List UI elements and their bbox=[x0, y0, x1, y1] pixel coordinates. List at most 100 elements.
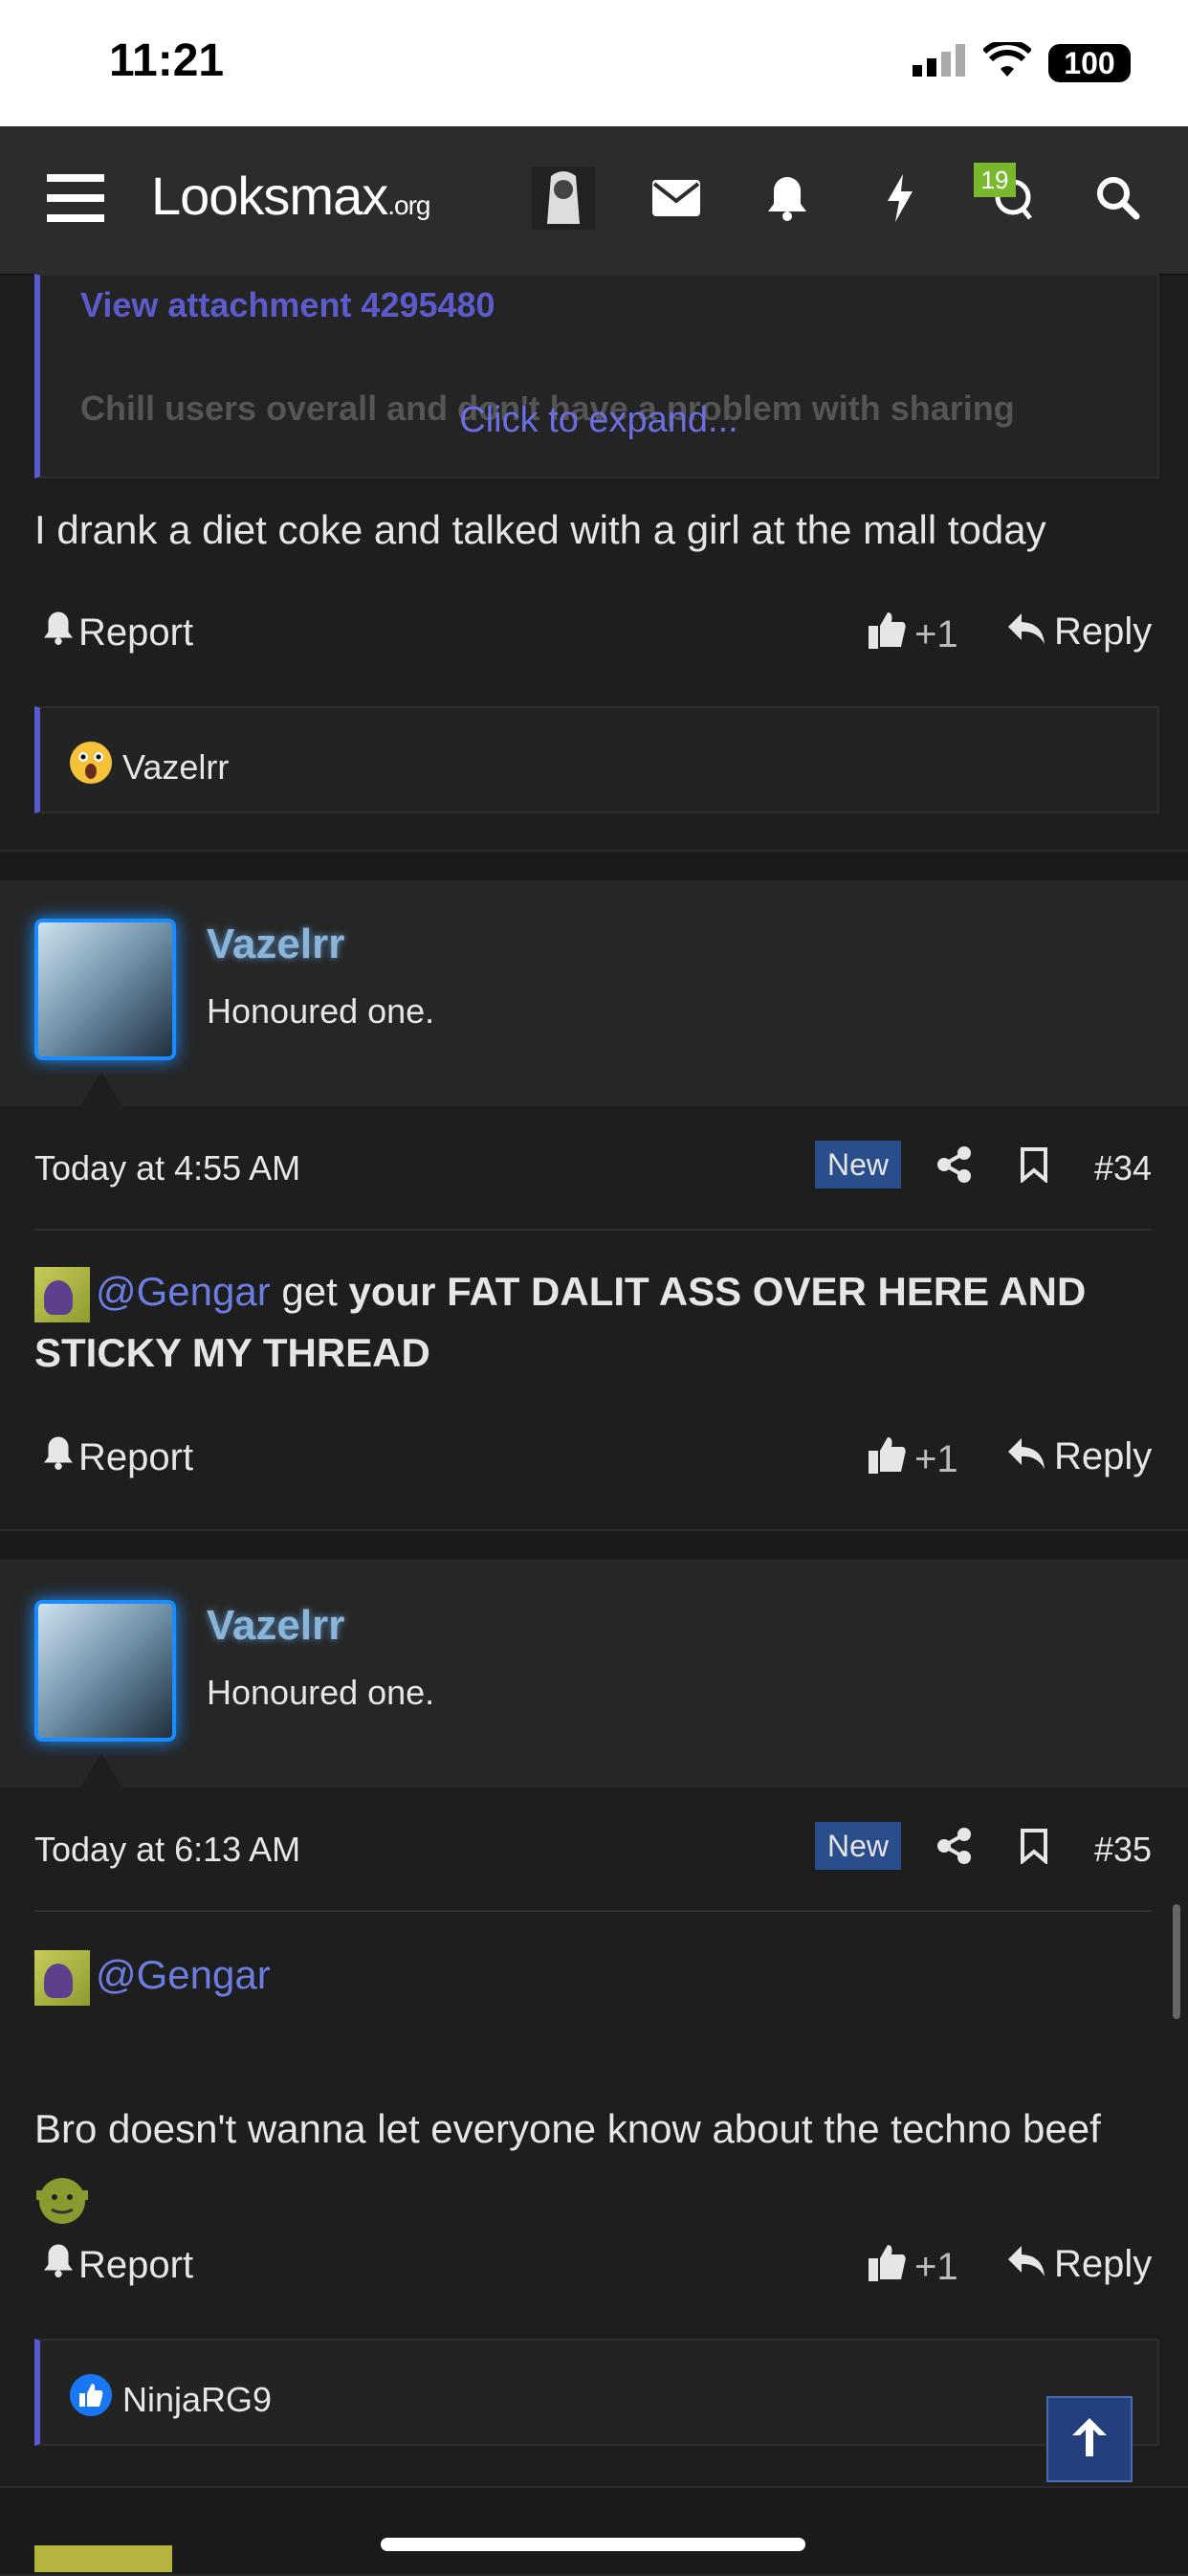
post-separator bbox=[0, 2486, 1188, 2576]
header-pointer bbox=[80, 1753, 122, 1788]
like-button[interactable]: +1 bbox=[869, 1435, 958, 1483]
divider bbox=[34, 1229, 1152, 1231]
attachment-link[interactable]: View attachment 4295480 bbox=[80, 285, 495, 325]
hamburger-menu-icon[interactable] bbox=[42, 165, 109, 232]
report-button[interactable]: Report bbox=[42, 611, 193, 655]
wifi-icon bbox=[981, 39, 1033, 83]
status-bar: 11:21 100 bbox=[0, 0, 1188, 126]
user-avatar-nav[interactable] bbox=[530, 165, 597, 232]
reply-button[interactable]: Reply bbox=[1008, 611, 1152, 654]
reply-button[interactable]: Reply bbox=[1008, 1435, 1152, 1478]
arrow-up-icon bbox=[1070, 2416, 1109, 2463]
back-to-top-button[interactable] bbox=[1046, 2396, 1133, 2482]
reply-arrow-icon bbox=[1008, 2243, 1045, 2286]
post-date[interactable]: Today at 4:55 AM bbox=[34, 1148, 300, 1188]
like-button[interactable]: +1 bbox=[869, 611, 958, 658]
click-to-expand-link[interactable]: Click to expand... bbox=[40, 400, 1157, 441]
mention-link[interactable]: @Gengar bbox=[96, 1269, 271, 1314]
cellular-signal-icon bbox=[913, 44, 966, 81]
author-title: Honoured one. bbox=[207, 1673, 435, 1712]
quote-block: View attachment 4295480 Chill users over… bbox=[34, 274, 1159, 478]
inbox-icon[interactable] bbox=[643, 165, 710, 232]
post-separator bbox=[0, 1529, 1188, 1562]
post-mention-line: @Gengar bbox=[34, 1944, 271, 2006]
avatar[interactable] bbox=[34, 1600, 176, 1742]
share-icon[interactable] bbox=[937, 1146, 972, 1188]
logo-suffix: .org bbox=[387, 190, 430, 220]
reaction-entry: Vazelrr bbox=[69, 741, 229, 793]
reply-arrow-icon bbox=[1008, 611, 1045, 654]
like-reaction-icon bbox=[69, 2373, 113, 2426]
author-username[interactable]: Vazelrr bbox=[207, 921, 344, 968]
post-body: @Gengar get your FAT DALIT ASS OVER HERE… bbox=[34, 1261, 1152, 1384]
post-author-header: Vazelrr Honoured one. bbox=[0, 880, 1188, 1106]
reply-label: Reply bbox=[1054, 611, 1153, 653]
top-navbar: Looksmax.org bbox=[0, 126, 1188, 276]
reaction-username[interactable]: Vazelrr bbox=[122, 747, 229, 788]
bell-icon bbox=[42, 1435, 75, 1479]
post-author-header: Vazelrr Honoured one. bbox=[0, 1562, 1188, 1788]
reactions-bar[interactable]: NinjaRG9 bbox=[34, 2339, 1159, 2446]
thumbs-up-icon bbox=[869, 611, 907, 658]
report-button[interactable]: Report bbox=[42, 2243, 193, 2287]
post-actions: Report +1 Reply bbox=[34, 2239, 1152, 2297]
mention-link[interactable]: @Gengar bbox=[96, 1952, 271, 1997]
like-count: +1 bbox=[914, 612, 958, 655]
reply-label: Reply bbox=[1054, 1435, 1153, 1477]
post-actions: Report +1 Reply bbox=[34, 1432, 1152, 1489]
new-badge: New bbox=[815, 1141, 901, 1188]
post-body: I drank a diet coke and talked with a gi… bbox=[34, 507, 1046, 552]
next-post-avatar-peek bbox=[34, 2545, 172, 2572]
thread-content: View attachment 4295480 Chill users over… bbox=[0, 274, 1188, 2576]
like-count: +1 bbox=[914, 2245, 958, 2288]
post-meta: Today at 6:13 AM New #35 bbox=[34, 1820, 1152, 1877]
avatar[interactable] bbox=[34, 919, 176, 1060]
notification-badge: 19 bbox=[974, 163, 1016, 197]
bell-icon bbox=[42, 611, 75, 655]
gengar-avatar-icon bbox=[34, 1949, 90, 2006]
header-pointer bbox=[80, 1072, 122, 1106]
status-time: 11:21 bbox=[109, 35, 225, 86]
reactions-bar[interactable]: Vazelrr bbox=[34, 706, 1159, 813]
bell-icon[interactable] bbox=[754, 165, 821, 232]
share-icon[interactable] bbox=[937, 1828, 972, 1869]
like-count: +1 bbox=[914, 1437, 958, 1480]
scrollbar[interactable] bbox=[1173, 1904, 1180, 2019]
post-actions: Report +1 Reply bbox=[34, 607, 1152, 664]
site-logo[interactable]: Looksmax.org bbox=[151, 165, 430, 227]
reaction-username[interactable]: NinjaRG9 bbox=[122, 2380, 272, 2420]
astonished-emoji-icon bbox=[69, 741, 113, 793]
logo-text: Looksmax bbox=[151, 166, 388, 226]
post-separator bbox=[0, 850, 1188, 882]
report-button[interactable]: Report bbox=[42, 1435, 193, 1479]
bell-icon bbox=[42, 2243, 75, 2287]
report-label: Report bbox=[78, 2243, 194, 2286]
post-text: Bro doesn't wanna let everyone know abou… bbox=[34, 2106, 1101, 2151]
lightning-icon[interactable] bbox=[867, 165, 934, 232]
post-body: Bro doesn't wanna let everyone know abou… bbox=[34, 2096, 1152, 2230]
author-title: Honoured one. bbox=[207, 991, 435, 1031]
post-date[interactable]: Today at 6:13 AM bbox=[34, 1830, 300, 1870]
report-label: Report bbox=[78, 1435, 194, 1478]
reply-button[interactable]: Reply bbox=[1008, 2243, 1152, 2286]
thumbs-up-icon bbox=[869, 1435, 907, 1483]
author-username[interactable]: Vazelrr bbox=[207, 1602, 344, 1650]
reply-arrow-icon bbox=[1008, 1435, 1045, 1478]
new-badge: New bbox=[815, 1822, 901, 1870]
battery-icon: 100 bbox=[1048, 43, 1131, 82]
post-text-plain: get bbox=[270, 1269, 349, 1314]
post-number[interactable]: #34 bbox=[1094, 1148, 1152, 1188]
bookmark-icon[interactable] bbox=[1020, 1146, 1048, 1188]
post-meta: Today at 4:55 AM New #34 bbox=[34, 1139, 1152, 1196]
home-indicator[interactable] bbox=[381, 2538, 805, 2551]
reply-label: Reply bbox=[1054, 2243, 1153, 2285]
thumbs-up-icon bbox=[869, 2243, 907, 2291]
gengar-avatar-icon bbox=[34, 1266, 90, 1322]
reaction-entry: NinjaRG9 bbox=[69, 2373, 272, 2426]
shrek-emoji-icon bbox=[34, 2173, 90, 2224]
post-number[interactable]: #35 bbox=[1094, 1830, 1152, 1870]
bookmark-icon[interactable] bbox=[1020, 1828, 1048, 1869]
search-icon[interactable] bbox=[1085, 165, 1152, 232]
report-label: Report bbox=[78, 611, 194, 654]
like-button[interactable]: +1 bbox=[869, 2243, 958, 2291]
